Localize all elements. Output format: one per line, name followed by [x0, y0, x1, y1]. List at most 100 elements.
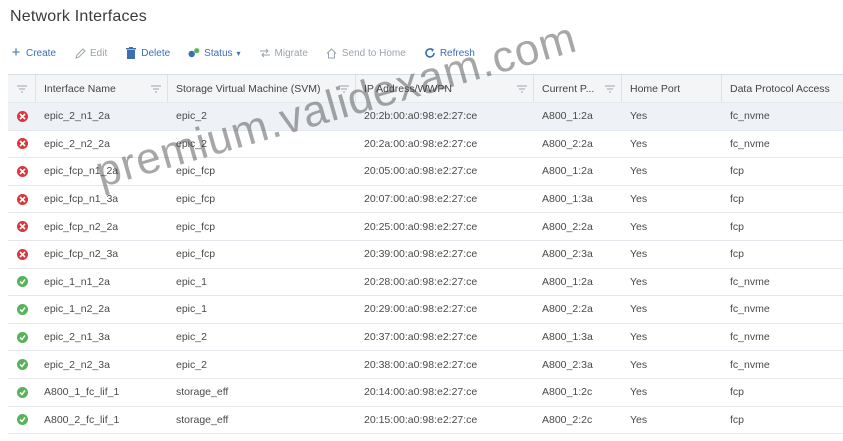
home-icon [326, 47, 338, 59]
cell-ip-address: 20:15:00:a0:98:e2:27:ce [364, 413, 478, 426]
status-cell [8, 158, 36, 185]
table-row[interactable]: epic_fcp_n2_3a epic_fcp 20:39:00:a0:98:e2:… [8, 241, 843, 269]
migrate-button[interactable]: Migrate [259, 47, 308, 59]
filter-icon[interactable] [517, 85, 527, 93]
cell-svm: storage_eff [176, 386, 229, 399]
cell-ip-address: 20:25:00:a0:98:e2:27:ce [364, 220, 478, 233]
status-cell [8, 379, 36, 406]
table-row[interactable]: epic_fcp_n1_3a epic_fcp 20:07:00:a0:98:e2:… [8, 186, 843, 214]
column-header-interface-name[interactable]: Interface Name [36, 75, 168, 102]
table-row[interactable]: epic_2_n1_3a epic_2 20:37:00:a0:98:e2:27:c… [8, 324, 843, 352]
error-status-icon [16, 110, 28, 122]
ok-status-icon [16, 414, 28, 426]
send-to-home-button[interactable]: Send to Home [326, 47, 406, 59]
cell-home-port: Yes [630, 165, 648, 178]
header-filter-cell[interactable] [8, 75, 36, 102]
status-label: Status [204, 47, 233, 59]
send-to-home-label: Send to Home [341, 47, 406, 59]
table-body: epic_2_n1_2a epic_2 20:2b:00:a0:98:e2:27:c… [8, 103, 843, 435]
ok-status-icon [16, 331, 28, 343]
cell-interface-name: A800_1_fc_lif_1 [44, 386, 120, 399]
status-cell [8, 103, 36, 130]
cell-svm: epic_2 [176, 331, 207, 344]
column-label: Data Protocol Access [730, 82, 830, 95]
cell-svm: epic_2 [176, 358, 207, 371]
column-header-home-port[interactable]: Home Port [622, 75, 722, 102]
table-row[interactable]: epic_fcp_n1_2a epic_fcp 20:05:00:a0:98:e2:… [8, 158, 843, 186]
cell-ip-address: 20:38:00:a0:98:e2:27:ce [364, 358, 478, 371]
table-row[interactable]: epic_fcp_n2_2a epic_fcp 20:25:00:a0:98:e2:… [8, 213, 843, 241]
cell-ip-address: 20:37:00:a0:98:e2:27:ce [364, 331, 478, 344]
error-status-icon [16, 193, 28, 205]
cell-interface-name: epic_2_n2_2a [44, 137, 110, 150]
refresh-label: Refresh [439, 47, 475, 59]
table-row[interactable]: epic_1_n1_2a epic_1 20:28:00:a0:98:e2:27:c… [8, 269, 843, 297]
status-cell [8, 186, 36, 213]
table-row[interactable]: epic_2_n2_3a epic_2 20:38:00:a0:98:e2:27:c… [8, 351, 843, 379]
column-label: Current P... [542, 82, 595, 95]
cell-interface-name: epic_2_n2_3a [44, 358, 110, 371]
column-header-current-port[interactable]: Current P... [534, 75, 622, 102]
cell-svm: epic_2 [176, 110, 207, 123]
cell-data-protocol: fcp [730, 248, 745, 261]
edit-button[interactable]: Edit [74, 47, 107, 59]
delete-button[interactable]: Delete [125, 47, 170, 59]
cell-svm: storage_eff [176, 413, 229, 426]
cell-current-port: A800_1:3a [542, 331, 593, 344]
page-title: Network Interfaces [10, 8, 147, 25]
cell-interface-name: epic_1_n2_2a [44, 303, 110, 316]
table-row[interactable]: epic_2_n2_2a epic_2 20:2a:00:a0:98:e2:27:c… [8, 131, 843, 159]
cell-svm: epic_1 [176, 275, 207, 288]
cell-data-protocol: fcp [730, 165, 745, 178]
migrate-label: Migrate [274, 47, 308, 59]
cell-current-port: A800_1:2a [542, 165, 593, 178]
cell-home-port: Yes [630, 275, 648, 288]
refresh-button[interactable]: Refresh [424, 47, 475, 59]
status-cell [8, 351, 36, 378]
column-header-data-protocol-access[interactable]: Data Protocol Access [722, 75, 843, 102]
create-label: Create [26, 47, 57, 59]
table-row[interactable]: A800_1_fc_lif_1 storage_eff 20:14:00:a0:98… [8, 379, 843, 407]
filter-icon[interactable] [339, 85, 349, 93]
column-label: Home Port [630, 82, 681, 95]
migrate-icon [259, 47, 271, 59]
cell-home-port: Yes [630, 358, 648, 371]
filter-icon[interactable] [605, 85, 615, 93]
create-button[interactable]: + Create [10, 44, 57, 61]
edit-label: Edit [90, 47, 108, 59]
column-header-ip-address[interactable]: IP Address/WWPN [356, 75, 534, 102]
table-row[interactable]: epic_2_n1_2a epic_2 20:2b:00:a0:98:e2:27:c… [8, 103, 843, 131]
cell-ip-address: 20:2b:00:a0:98:e2:27:ce [364, 110, 478, 123]
cell-current-port: A800_2:2a [542, 137, 593, 150]
table-header: Interface Name Storage Virtual Machine (… [8, 75, 843, 103]
table-row[interactable]: epic_1_n2_2a epic_1 20:29:00:a0:98:e2:27:c… [8, 296, 843, 324]
cell-current-port: A800_1:2a [542, 275, 593, 288]
cell-svm: epic_fcp [176, 165, 216, 178]
cell-data-protocol: fc_nvme [730, 275, 770, 288]
error-status-icon [16, 248, 28, 260]
refresh-icon [424, 47, 436, 59]
cell-interface-name: epic_2_n1_3a [44, 331, 110, 344]
ok-status-icon [16, 359, 28, 371]
cell-home-port: Yes [630, 110, 648, 123]
status-dropdown[interactable]: Status ▾ [188, 47, 241, 59]
cell-data-protocol: fc_nvme [730, 358, 770, 371]
cell-data-protocol: fcp [730, 386, 745, 399]
cell-ip-address: 20:28:00:a0:98:e2:27:ce [364, 275, 478, 288]
cell-home-port: Yes [630, 413, 648, 426]
column-label: Storage Virtual Machine (SVM) [176, 82, 321, 95]
plus-icon: + [11, 44, 21, 61]
column-label: Interface Name [44, 82, 116, 95]
cell-current-port: A800_2:3a [542, 358, 593, 371]
cell-interface-name: epic_fcp_n1_3a [44, 193, 119, 206]
filter-icon[interactable] [151, 85, 161, 93]
table-row[interactable]: A800_2_fc_lif_1 storage_eff 20:15:00:a0:98… [8, 407, 843, 435]
cell-interface-name: A800_2_fc_lif_1 [44, 413, 120, 426]
cell-current-port: A800_1:2c [542, 386, 593, 399]
cell-ip-address: 20:2a:00:a0:98:e2:27:ce [364, 137, 478, 150]
status-cell [8, 131, 36, 158]
column-header-svm[interactable]: Storage Virtual Machine (SVM) [168, 75, 356, 102]
delete-label: Delete [141, 47, 171, 59]
ok-status-icon [16, 303, 28, 315]
cell-ip-address: 20:07:00:a0:98:e2:27:ce [364, 193, 478, 206]
